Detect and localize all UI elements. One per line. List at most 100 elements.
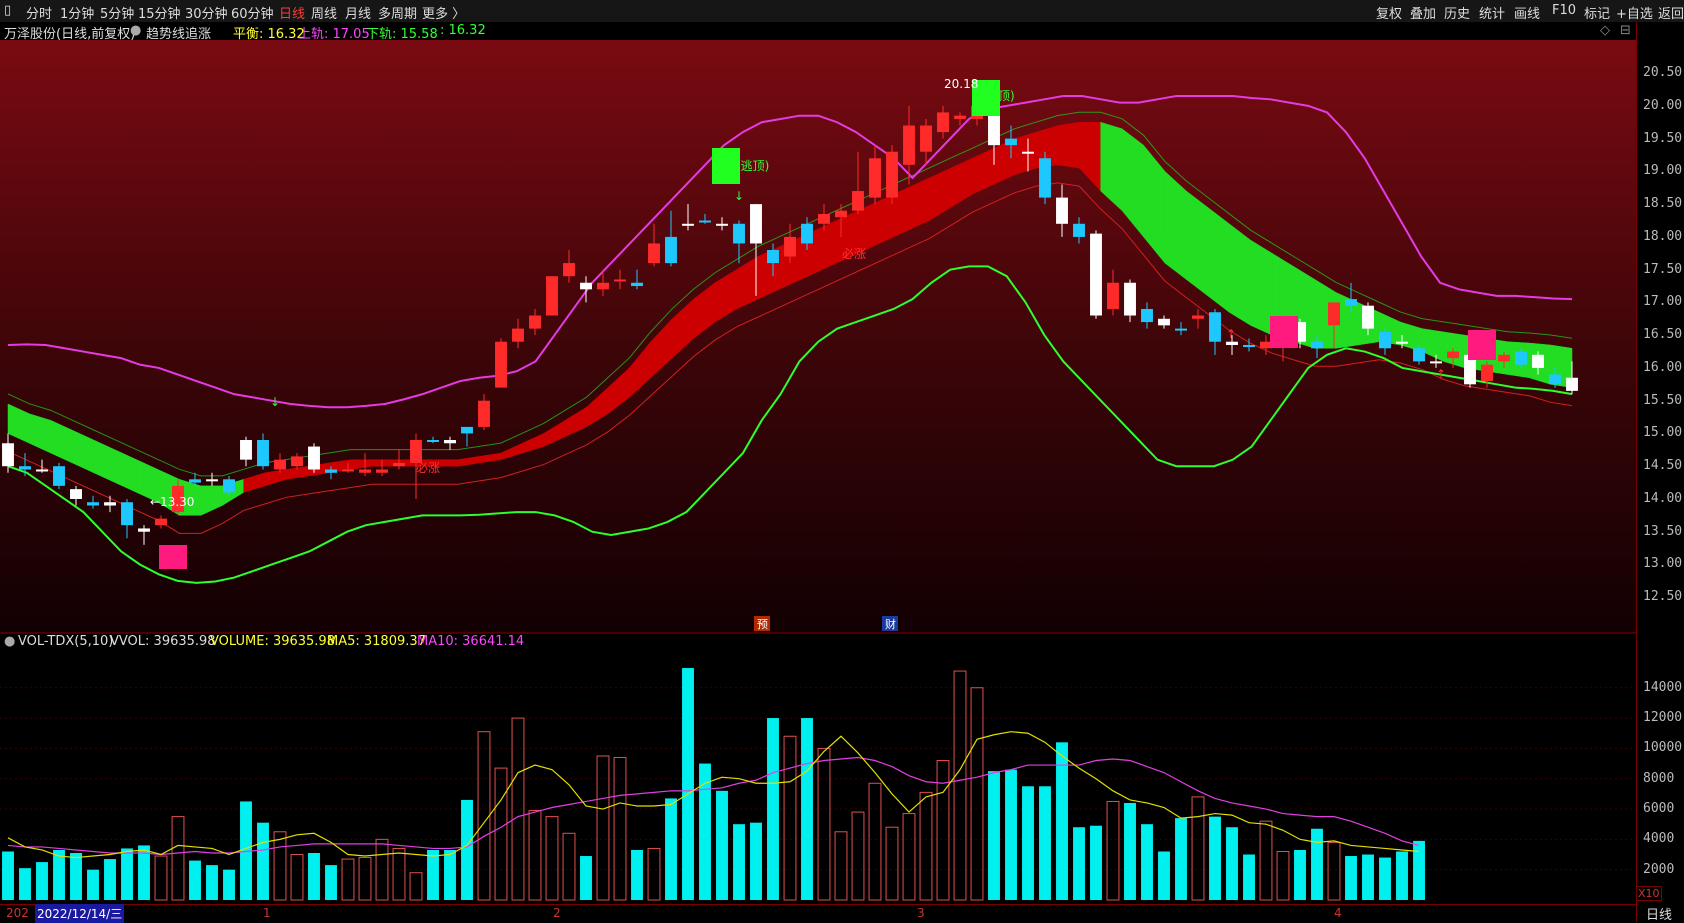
candle-body <box>1430 361 1442 364</box>
period-tab-monthly[interactable]: 月线 <box>345 3 371 22</box>
volume-tick-label: 12000 <box>1643 710 1683 726</box>
draw-button[interactable]: 画线 <box>1514 3 1540 22</box>
candle-body <box>53 466 65 486</box>
finance-badge-label: 财 <box>885 617 896 631</box>
volume-tick-label: 8000 <box>1643 770 1675 786</box>
statistics-button[interactable]: 统计 <box>1479 3 1505 22</box>
price-tick-label: 13.00 <box>1643 556 1683 572</box>
candle-body <box>155 518 167 526</box>
candle-body <box>920 125 932 152</box>
vvol-value: VVOL: 39635.98 <box>110 634 216 649</box>
volume-bar <box>70 853 82 900</box>
adjust-button[interactable]: 复权 <box>1376 3 1402 22</box>
chart-area[interactable]: (逃顶) 顶) 必涨 必涨 ←13.30 20.18 ↓ ↓ ↑ ↑ 预 财 <box>0 40 1636 904</box>
diamond-icon[interactable]: ◇ <box>1600 23 1610 38</box>
candle-body <box>988 112 1000 146</box>
volume-indicator-name[interactable]: VOL-TDX(5,10) <box>18 634 113 649</box>
volume-tick-label: 4000 <box>1643 831 1675 847</box>
period-tab-fenshi[interactable]: 分时 <box>26 3 52 22</box>
period-tab-daily[interactable]: 日线 <box>279 3 305 22</box>
mark-button[interactable]: 标记 <box>1584 3 1610 22</box>
volume-header: ● VOL-TDX(5,10) VVOL: 39635.98 VOLUME: 3… <box>0 633 1636 651</box>
window-menu-icon[interactable]: ▯ <box>4 3 11 18</box>
price-tick-label: 18.00 <box>1643 228 1683 244</box>
period-tab-more[interactable]: 更多 〉 <box>422 3 465 22</box>
candle-body <box>1107 282 1119 309</box>
volume-bar <box>19 868 31 900</box>
candle-body <box>1311 341 1323 349</box>
candle-body <box>750 204 762 244</box>
f10-button[interactable]: F10 <box>1552 3 1576 18</box>
volume-bar <box>750 822 762 900</box>
volume-bar <box>682 668 694 900</box>
price-tick-label: 12.50 <box>1643 589 1683 605</box>
overlay-button[interactable]: 叠加 <box>1410 3 1436 22</box>
candle-body <box>121 502 133 526</box>
volume-bar <box>53 849 65 900</box>
candle-body <box>138 528 150 532</box>
candle-body <box>835 210 847 218</box>
candle-body <box>2 443 14 467</box>
volume-bar <box>308 853 320 900</box>
month-label-apr: 4 <box>1334 906 1342 920</box>
candle-body <box>1158 318 1170 326</box>
month-label-feb: 2 <box>553 906 561 920</box>
volume-bar <box>1175 818 1187 900</box>
volume-bar <box>2 851 14 900</box>
back-button[interactable]: 返回 <box>1658 3 1684 22</box>
volume-bar <box>1294 849 1306 900</box>
volume-bar <box>1379 857 1391 900</box>
volume-bar <box>767 718 779 900</box>
price-tick-label: 15.00 <box>1643 425 1683 441</box>
period-tab-multi[interactable]: 多周期 <box>378 3 417 22</box>
candle <box>546 276 558 316</box>
candle-body <box>376 469 388 473</box>
candle-body <box>257 440 269 467</box>
candle-body <box>869 158 881 198</box>
candle-body <box>699 220 711 223</box>
history-button[interactable]: 历史 <box>1444 3 1470 22</box>
volume-bar <box>87 869 99 900</box>
volume-bar <box>1141 824 1153 900</box>
volume-bar <box>36 862 48 900</box>
price-tick-label: 16.50 <box>1643 327 1683 343</box>
candle <box>495 338 507 388</box>
chart-title-bar: 万泽股份(日线,前复权) ● 趋势线追涨 平衡: 16.32 上轨: 17.05… <box>0 22 1636 42</box>
candle-body <box>427 440 439 442</box>
candle-body <box>1413 348 1425 362</box>
volume-bar <box>1413 840 1425 900</box>
period-tab-30min[interactable]: 30分钟 <box>185 3 228 22</box>
add-watchlist-button[interactable]: +自选 <box>1616 3 1653 22</box>
candle-body <box>104 502 116 506</box>
candle-body <box>1141 308 1153 323</box>
candle-body <box>87 502 99 506</box>
candle-body <box>665 236 677 264</box>
candle-body <box>1549 374 1561 385</box>
candle <box>1090 230 1102 319</box>
volume-bar <box>1243 854 1255 900</box>
extra-value: : 16.32 <box>440 23 486 38</box>
period-tab-5min[interactable]: 5分钟 <box>100 3 134 22</box>
volume-toggle-icon[interactable]: ● <box>4 634 15 649</box>
volume-bar <box>699 763 711 900</box>
candle-body <box>444 440 456 444</box>
period-tab-60min[interactable]: 60分钟 <box>231 3 274 22</box>
period-tab-1min[interactable]: 1分钟 <box>60 3 94 22</box>
date-axis: 202 1 2 3 4 <box>0 904 1636 923</box>
buy-signal-box-3 <box>1468 330 1496 360</box>
ribbon-segment <box>1057 121 1080 169</box>
candle-body <box>1226 341 1238 345</box>
escape-top-label-2: 顶) <box>998 89 1015 103</box>
expand-icon[interactable]: ⊟ <box>1620 23 1631 38</box>
candle-body <box>70 489 82 499</box>
price-tick-label: 17.50 <box>1643 261 1683 277</box>
candle-body <box>1328 302 1340 326</box>
indicator-toggle-icon[interactable]: ● <box>130 23 141 38</box>
volume-bar <box>1073 827 1085 900</box>
period-tab-weekly[interactable]: 周线 <box>311 3 337 22</box>
candle-body <box>1396 341 1408 344</box>
volume-bar <box>1311 828 1323 900</box>
volume-bar <box>257 822 269 900</box>
period-tab-15min[interactable]: 15分钟 <box>138 3 181 22</box>
candle-body <box>1073 223 1085 237</box>
